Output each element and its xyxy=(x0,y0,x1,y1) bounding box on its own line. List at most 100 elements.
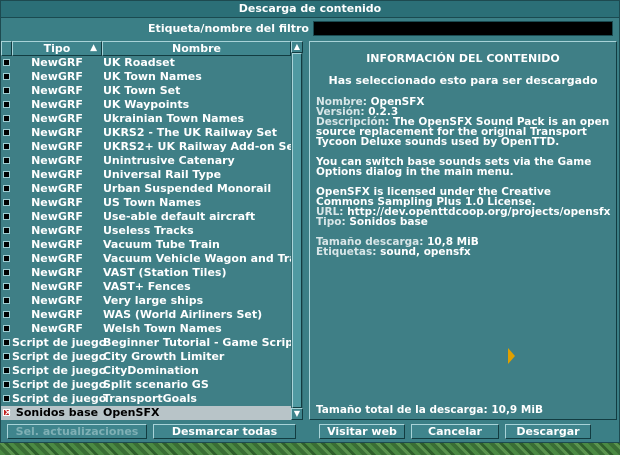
list-item[interactable]: NewGRF US Town Names xyxy=(1,196,291,210)
list-scrollbar[interactable]: ▲ ▼ xyxy=(291,41,303,420)
list-item[interactable]: NewGRF Welsh Town Names xyxy=(1,322,291,336)
list-item-name: Split scenario GS xyxy=(103,378,209,391)
tags-label: Etiquetas: xyxy=(316,246,377,258)
list-item[interactable]: Script de juego TransportGoals xyxy=(1,392,291,406)
list-item[interactable]: NewGRF Useless Tracks xyxy=(1,224,291,238)
list-item-type: NewGRF xyxy=(31,238,83,251)
checkbox-icon[interactable] xyxy=(3,213,10,220)
checkbox-icon[interactable] xyxy=(3,199,10,206)
list-item[interactable]: NewGRF Use-able default aircraft xyxy=(1,210,291,224)
name-column-header[interactable]: Nombre xyxy=(102,41,291,56)
list-item[interactable]: NewGRF Ukrainian Town Names xyxy=(1,112,291,126)
checkbox-icon[interactable] xyxy=(3,171,10,178)
list-item-type: NewGRF xyxy=(31,196,83,209)
scroll-down-arrow-icon[interactable]: ▼ xyxy=(291,408,303,420)
checkbox-icon[interactable] xyxy=(3,157,10,164)
list-item[interactable]: NewGRF UKRS2 - The UK Railway Set xyxy=(1,126,291,140)
list-item-type: NewGRF xyxy=(31,252,83,265)
list-item-type: NewGRF xyxy=(31,126,83,139)
list-item-type: NewGRF xyxy=(31,56,83,69)
filter-input[interactable] xyxy=(313,21,613,36)
list-item[interactable]: NewGRF Universal Rail Type xyxy=(1,168,291,182)
list-item[interactable]: NewGRF Very large ships xyxy=(1,294,291,308)
list-item-name: Vacuum Tube Train xyxy=(103,238,220,251)
content-download-window: Descarga de contenido Etiqueta/nombre de… xyxy=(0,0,620,443)
checkbox-icon[interactable] xyxy=(3,297,10,304)
checkbox-icon[interactable] xyxy=(3,129,10,136)
list-item-type: Script de juego xyxy=(12,350,107,363)
checkbox-icon[interactable] xyxy=(3,353,10,360)
info-title: INFORMACIÓN DEL CONTENIDO xyxy=(366,52,560,65)
total-size-label: Tamaño total de la descarga: xyxy=(316,404,488,416)
list-item-name: Universal Rail Type xyxy=(103,168,222,181)
cancel-button[interactable]: Cancelar xyxy=(411,424,499,439)
list-item-name: Useless Tracks xyxy=(103,224,194,237)
checkbox-icon[interactable] xyxy=(3,59,10,66)
select-updates-button[interactable]: Sel. actualizaciones xyxy=(7,424,147,439)
list-item[interactable]: NewGRF UK Town Set xyxy=(1,84,291,98)
checkbox-icon[interactable] xyxy=(3,143,10,150)
checkbox-icon[interactable] xyxy=(3,269,10,276)
filter-label: Etiqueta/nombre del filtro xyxy=(148,22,309,35)
list-item-type: Script de juego xyxy=(12,392,107,405)
list-item[interactable]: NewGRF Unintrusive Catenary xyxy=(1,154,291,168)
checkbox-icon[interactable] xyxy=(3,311,10,318)
list-item[interactable]: Sonidos base OpenSFX xyxy=(1,406,291,420)
content-list: NewGRF UK Roadset NewGRF UK Town Names NewGR… xyxy=(1,56,291,420)
checkbox-icon[interactable] xyxy=(3,87,10,94)
list-item[interactable]: Script de juego Beginner Tutorial - Game … xyxy=(1,336,291,350)
window-title[interactable]: Descarga de contenido xyxy=(1,1,619,18)
scrollbar-thumb[interactable] xyxy=(292,53,302,408)
list-item[interactable]: Script de juego CityDomination xyxy=(1,364,291,378)
checkbox-icon[interactable] xyxy=(3,241,10,248)
list-item[interactable]: NewGRF Vacuum Vehicle Wagon and Train xyxy=(1,252,291,266)
checkbox-icon[interactable] xyxy=(3,381,10,388)
list-item[interactable]: NewGRF Vacuum Tube Train xyxy=(1,238,291,252)
list-item[interactable]: NewGRF VAST+ Fences xyxy=(1,280,291,294)
checkbox-icon[interactable] xyxy=(3,395,10,402)
list-item[interactable]: Script de juego City Growth Limiter xyxy=(1,350,291,364)
list-item-type: Script de juego xyxy=(12,336,107,349)
checkbox-icon[interactable] xyxy=(3,283,10,290)
checkbox-icon[interactable] xyxy=(3,227,10,234)
type-column-header[interactable]: Tipo ▲ xyxy=(12,41,102,56)
checkbox-icon[interactable] xyxy=(3,185,10,192)
mouse-cursor-arrow-icon xyxy=(508,348,515,364)
list-item-type: NewGRF xyxy=(31,154,83,167)
checkbox-icon[interactable] xyxy=(3,255,10,262)
list-header: Tipo ▲ Nombre xyxy=(1,41,291,56)
visit-website-button[interactable]: Visitar web xyxy=(319,424,405,439)
list-item-type: NewGRF xyxy=(31,224,83,237)
list-item[interactable]: NewGRF UKRS2+ UK Railway Add-on Set xyxy=(1,140,291,154)
list-item-name: UK Waypoints xyxy=(103,98,190,111)
list-item-name: Use-able default aircraft xyxy=(103,210,256,223)
unselect-all-button[interactable]: Desmarcar todas xyxy=(153,424,296,439)
checkbox-icon[interactable] xyxy=(3,115,10,122)
list-item[interactable]: NewGRF UK Roadset xyxy=(1,56,291,70)
content-type: Sonidos base xyxy=(349,216,428,228)
checkbox-icon[interactable] xyxy=(3,339,10,346)
checked-checkbox-icon[interactable] xyxy=(3,406,12,420)
list-item[interactable]: Script de juego Split scenario GS xyxy=(1,378,291,392)
checkbox-icon[interactable] xyxy=(3,367,10,374)
list-item-name: Unintrusive Catenary xyxy=(103,154,235,167)
info-subtitle: Has seleccionado esto para ser descargad… xyxy=(328,74,598,87)
scroll-up-arrow-icon[interactable]: ▲ xyxy=(291,41,303,53)
list-item-type: NewGRF xyxy=(31,140,83,153)
list-item-name: US Town Names xyxy=(103,196,202,209)
list-item-type: Script de juego xyxy=(12,378,107,391)
content-info-panel: INFORMACIÓN DEL CONTENIDO Has selecciona… xyxy=(309,41,617,420)
list-item[interactable]: NewGRF UK Town Names xyxy=(1,70,291,84)
list-item-name: TransportGoals xyxy=(103,392,197,405)
checkbox-icon[interactable] xyxy=(3,325,10,332)
download-button[interactable]: Descargar xyxy=(505,424,591,439)
list-item[interactable]: NewGRF VAST (Station Tiles) xyxy=(1,266,291,280)
list-item-name: OpenSFX xyxy=(103,406,160,419)
checkbox-icon[interactable] xyxy=(3,73,10,80)
list-item[interactable]: NewGRF UK Waypoints xyxy=(1,98,291,112)
type-column-label: Tipo xyxy=(43,42,71,55)
checkbox-column-header[interactable] xyxy=(1,41,12,56)
list-item[interactable]: NewGRF WAS (World Airliners Set) xyxy=(1,308,291,322)
list-item[interactable]: NewGRF Urban Suspended Monorail xyxy=(1,182,291,196)
checkbox-icon[interactable] xyxy=(3,101,10,108)
